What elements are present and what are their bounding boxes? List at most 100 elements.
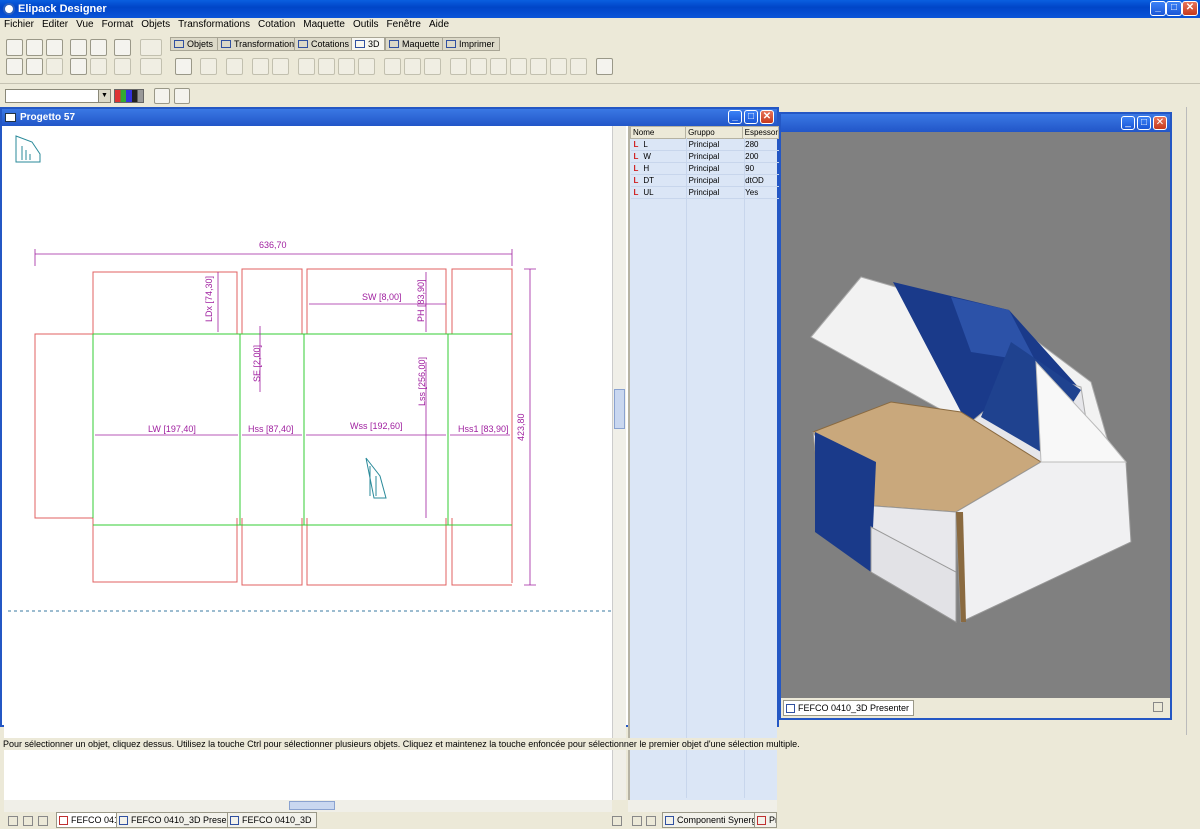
open-file-icon[interactable]: [26, 39, 43, 56]
tool-3d-d-icon[interactable]: [252, 58, 269, 75]
tab-transformations[interactable]: Transformations: [217, 37, 304, 51]
redo-icon[interactable]: [140, 58, 162, 75]
zoom-in-icon[interactable]: [70, 39, 87, 56]
table-row[interactable]: L DT Principal dtOD: [630, 174, 779, 187]
table-row[interactable]: LL Principal 280: [630, 138, 779, 151]
step-back-icon[interactable]: [530, 58, 547, 75]
color-palette-icon[interactable]: [114, 89, 144, 103]
zoom-out-icon[interactable]: [90, 39, 107, 56]
doc-close-button[interactable]: ✕: [760, 110, 774, 124]
dim-ph: PH [83,90]: [416, 279, 426, 322]
menu-vue[interactable]: Vue: [72, 18, 97, 32]
table-row[interactable]: L UL Principal Yes: [630, 186, 779, 199]
menu-format[interactable]: Format: [98, 18, 138, 32]
vertical-scrollbar[interactable]: [612, 126, 626, 800]
back-icon[interactable]: [570, 58, 587, 75]
view-top-icon[interactable]: [424, 58, 441, 75]
doc-tab-3d[interactable]: FEFCO 0410_3D: [227, 812, 317, 828]
close-button[interactable]: ✕: [1182, 1, 1198, 16]
save-icon[interactable]: [46, 39, 63, 56]
menu-aide[interactable]: Aide: [425, 18, 453, 32]
tool-3d-fold-icon[interactable]: [175, 58, 192, 75]
tab-3d-presenter[interactable]: FEFCO 0410_3D Presenter: [783, 700, 915, 716]
win3d-maximize-button[interactable]: □: [1137, 116, 1151, 130]
menu-transformations[interactable]: Transformations: [174, 18, 254, 32]
dim-lss: Lss [256,00]: [417, 357, 427, 406]
doc-tab-bar: FEFCO 0410 FEFCO 0410_3D Presenter FEFCO…: [4, 812, 628, 829]
select-arrow-icon[interactable]: [114, 39, 131, 56]
doc-maximize-button[interactable]: □: [744, 110, 758, 124]
rotate-y-icon[interactable]: [318, 58, 335, 75]
step-forward-icon[interactable]: [490, 58, 507, 75]
print-icon[interactable]: [6, 58, 23, 75]
move-icon[interactable]: [338, 58, 355, 75]
props-nav-next-icon[interactable]: [646, 816, 656, 826]
tab-pr[interactable]: Pr: [754, 812, 777, 828]
col-nome[interactable]: Nome: [629, 126, 687, 139]
view-front-icon[interactable]: [384, 58, 401, 75]
rotate-x-icon[interactable]: [298, 58, 315, 75]
maximize-button[interactable]: □: [1166, 1, 1182, 16]
win3d-minimize-button[interactable]: _: [1121, 116, 1135, 130]
dimension-labels: 636,70 423,80 LW [197,40] Hss [87,40] Ws…: [148, 240, 526, 441]
tab-imprimer[interactable]: Imprimer: [442, 37, 500, 51]
tool-3d-c-icon[interactable]: [226, 58, 243, 75]
play-icon[interactable]: [450, 58, 467, 75]
menu-fenetre[interactable]: Fenêtre: [383, 18, 425, 32]
tab-componenti-synergy[interactable]: Componenti Synergy: [662, 812, 767, 828]
rewind-icon[interactable]: [550, 58, 567, 75]
col-gruppo[interactable]: Gruppo: [685, 126, 743, 139]
undo-icon[interactable]: [140, 39, 162, 56]
table-row[interactable]: LH Principal 90: [630, 162, 779, 175]
grid-icon[interactable]: [114, 58, 131, 75]
tab-maquette[interactable]: Maquette: [385, 37, 445, 51]
tab-objets[interactable]: Objets: [170, 37, 219, 51]
layer-icon[interactable]: [154, 88, 170, 104]
props-nav-prev-icon[interactable]: [632, 816, 642, 826]
box-3d-view[interactable]: [781, 132, 1170, 698]
view-side-icon[interactable]: [404, 58, 421, 75]
nav-first-icon[interactable]: [8, 816, 18, 826]
zoom-fit-icon[interactable]: [70, 58, 87, 75]
menu-objets[interactable]: Objets: [137, 18, 174, 32]
properties-hscrollbar[interactable]: [628, 800, 777, 812]
chevron-down-icon[interactable]: ▼: [98, 90, 110, 102]
drawing-canvas[interactable]: 636,70 423,80 LW [197,40] Hss [87,40] Ws…: [4, 126, 612, 800]
tool-3d-e-icon[interactable]: [272, 58, 289, 75]
settings-3d-icon[interactable]: [596, 58, 613, 75]
nav-next-icon[interactable]: [38, 816, 48, 826]
col-espessor[interactable]: Espessor: [741, 126, 780, 139]
dim-hss: Hss [87,40]: [248, 424, 294, 434]
layer-props-icon[interactable]: [174, 88, 190, 104]
menu-cotation[interactable]: Cotation: [254, 18, 299, 32]
menu-editer[interactable]: Editer: [38, 18, 72, 32]
nav-prev-icon[interactable]: [23, 816, 33, 826]
hscroll-thumb[interactable]: [289, 801, 335, 810]
print-preview-icon[interactable]: [26, 58, 43, 75]
nav-last-icon[interactable]: [612, 816, 622, 826]
pause-icon[interactable]: [510, 58, 527, 75]
step-end-icon[interactable]: [470, 58, 487, 75]
menu-fichier[interactable]: Fichier: [0, 18, 38, 32]
tool-3d-b-icon[interactable]: [200, 58, 217, 75]
tab-3d[interactable]: 3D: [351, 37, 385, 51]
new-file-icon[interactable]: [6, 39, 23, 56]
table-row[interactable]: LW Principal 200: [630, 150, 779, 163]
minimize-button[interactable]: _: [1150, 1, 1166, 16]
scroll-thumb[interactable]: [614, 389, 625, 429]
horizontal-scrollbar[interactable]: [4, 800, 612, 812]
win3d-nav-icon[interactable]: [1153, 702, 1163, 712]
export-icon[interactable]: [46, 58, 63, 75]
param-icon: L: [633, 188, 639, 197]
zoom-window-icon[interactable]: [90, 58, 107, 75]
main-vscrollbar[interactable]: [1186, 107, 1200, 735]
tab-cotations[interactable]: Cotations: [294, 37, 355, 51]
menu-outils[interactable]: Outils: [349, 18, 383, 32]
doc-minimize-button[interactable]: _: [728, 110, 742, 124]
layer-select[interactable]: ▼: [5, 89, 111, 103]
app-title: Elipack Designer: [18, 3, 107, 15]
win3d-close-button[interactable]: ✕: [1153, 116, 1167, 130]
properties-table: Nome Gruppo Espessor LL Principal 280 LW …: [629, 126, 780, 199]
pan-icon[interactable]: [358, 58, 375, 75]
menu-maquette[interactable]: Maquette: [299, 18, 349, 32]
